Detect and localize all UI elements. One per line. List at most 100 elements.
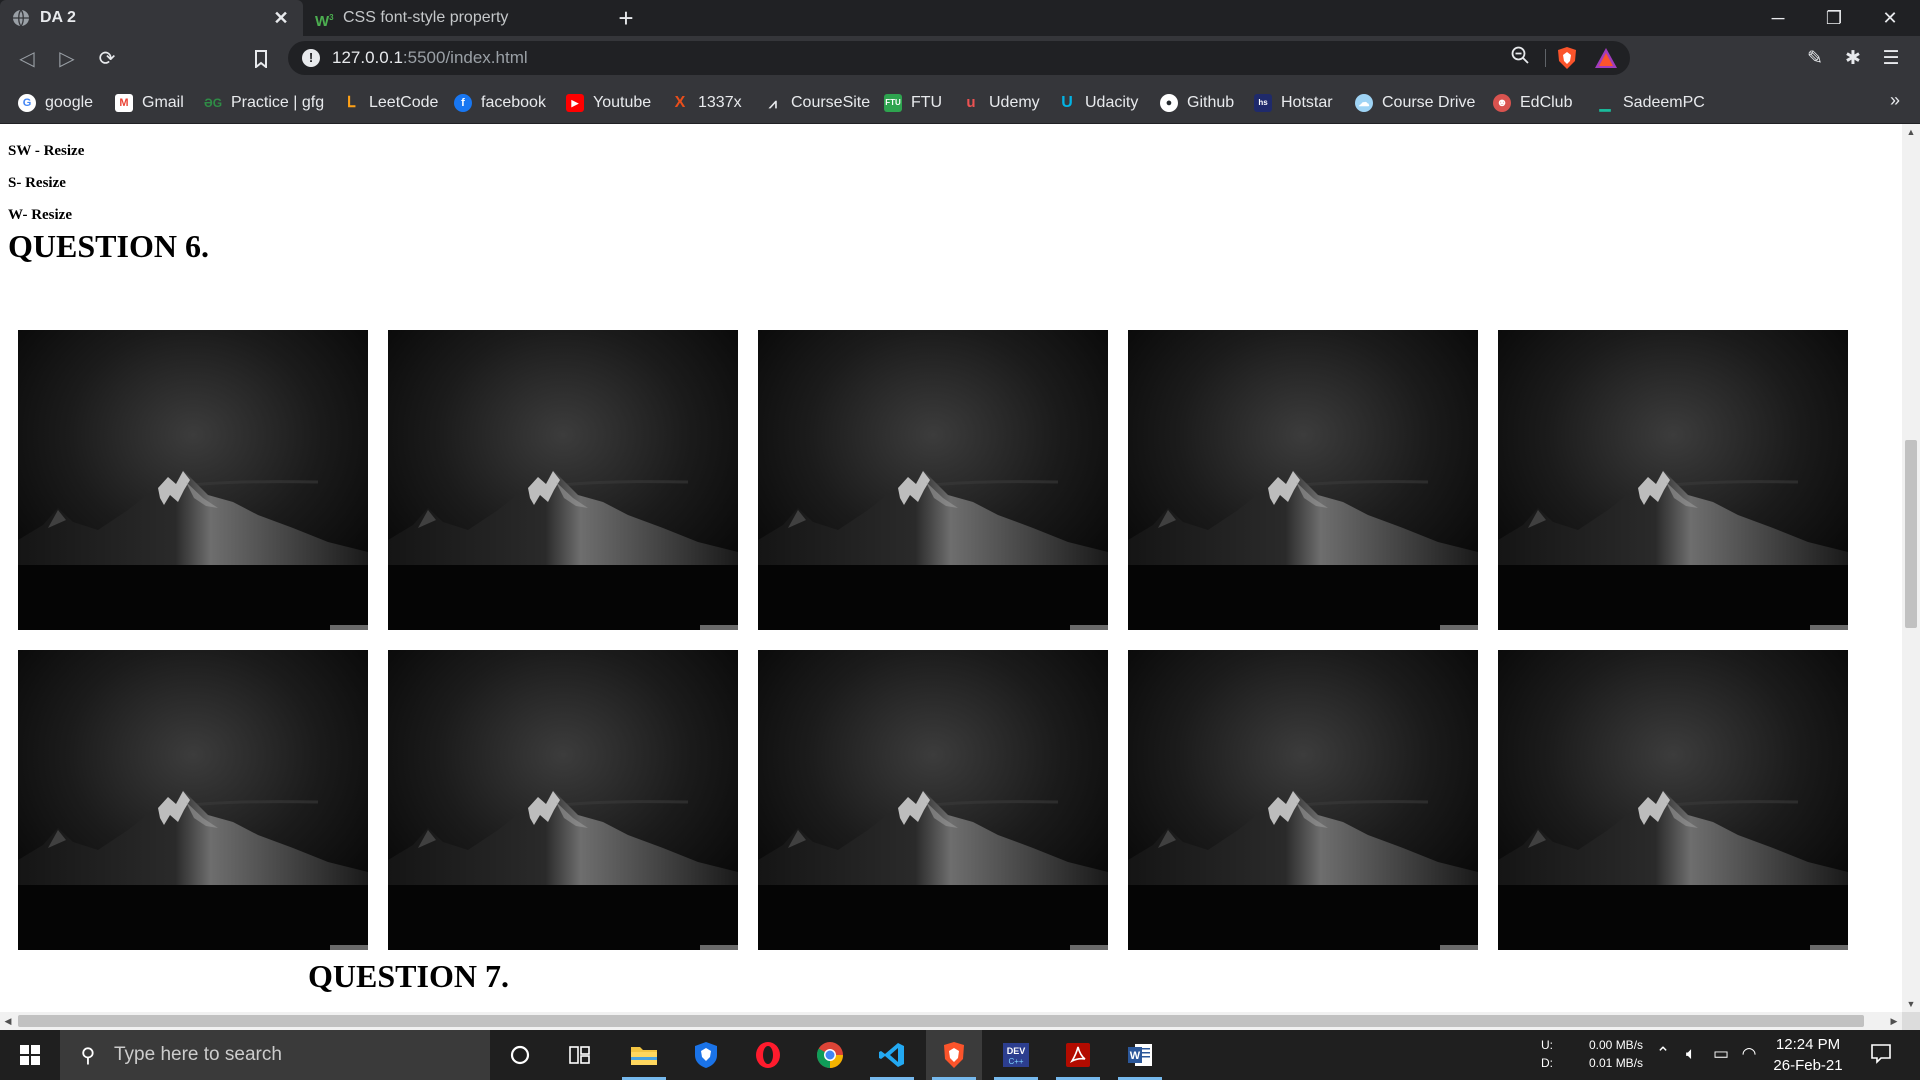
url-text[interactable]: 127.0.0.1:5500/index.html [332,48,528,68]
more-bookmarks-icon[interactable]: » [1890,90,1900,111]
bookmark-gmail[interactable]: M Gmail [115,92,184,114]
leetcode-icon: ᒪ [346,94,356,111]
question-7-heading: QUESTION 7. [308,958,509,994]
w3schools-icon: W3 [315,13,334,30]
brave-shield-app-icon[interactable] [678,1030,734,1080]
gallery-image [1498,330,1848,630]
gfg-icon: ƏG [204,96,223,110]
devcpp-icon[interactable]: DEV C++ [988,1030,1044,1080]
net-up-label: U: [1541,1038,1553,1052]
word-icon[interactable]: W [1112,1030,1168,1080]
pen-extension-icon[interactable]: ✎ [1798,42,1832,76]
scroll-left-arrow[interactable]: ◀ [0,1012,16,1030]
bookmark-icon[interactable] [244,42,278,76]
close-icon[interactable]: ✕ [271,8,291,29]
bookmark-google[interactable]: Ggoogle [18,92,93,114]
clock-time: 12:24 PM [1775,1036,1841,1053]
zoom-icon[interactable] [1508,46,1532,70]
acrobat-icon[interactable] [1050,1030,1106,1080]
scroll-thumb[interactable] [1905,440,1917,628]
tab-css-font-style[interactable]: W3 CSS font-style property [303,0,603,36]
bookmark-practice-gfg[interactable]: ƏG Practice | gfg [204,92,324,114]
extensions-icon[interactable]: ✱ [1836,42,1870,76]
github-icon: ● [1160,94,1178,112]
system-clock[interactable]: 12:24 PM 26-Feb-21 [1760,1034,1856,1076]
bookmark-udemy[interactable]: u Udemy [962,92,1039,114]
separator [1545,49,1546,67]
bookmark-course-drive[interactable]: ☁ Course Drive [1355,92,1475,114]
gallery-image [1498,650,1848,950]
vertical-scrollbar[interactable]: ▲ ▼ [1902,124,1920,1012]
coursesite-icon: ⩘ [769,95,777,111]
gallery-image [1128,330,1478,630]
chrome-icon[interactable] [802,1030,858,1080]
close-window-button[interactable]: ✕ [1862,0,1918,36]
google-icon: G [18,94,36,112]
bookmark-youtube[interactable]: ▶ Youtube [566,92,651,114]
page-viewport: SW - Resize S- Resize W- Resize QUESTION… [0,124,1902,1012]
vscode-icon[interactable] [864,1030,920,1080]
horizontal-scrollbar[interactable]: ◀ ▶ [0,1012,1902,1030]
svg-text:DEV: DEV [1007,1046,1026,1056]
search-placeholder: Type here to search [114,1044,282,1065]
taskbar-search[interactable]: ⚲ Type here to search [60,1030,490,1080]
facebook-icon: f [454,94,472,112]
bookmark-hotstar[interactable]: hs Hotstar [1254,92,1333,114]
bookmark-1337x[interactable]: X 1337x [671,92,742,114]
bookmark-edclub[interactable]: ☻ EdClub [1493,92,1572,114]
bookmark-github[interactable]: ● Github [1160,92,1234,114]
task-view-icon[interactable] [552,1030,608,1080]
windows-icon [20,1045,40,1065]
bookmark-leetcode[interactable]: ᒪ LeetCode [342,92,439,114]
gallery-image [388,650,738,950]
scroll-up-arrow[interactable]: ▲ [1902,124,1920,140]
back-button[interactable]: ◁ [10,42,44,76]
wifi-icon[interactable]: ◠ [1738,1044,1760,1064]
brave-rewards-icon[interactable] [1594,47,1618,69]
gallery-image [18,650,368,950]
tab-title: DA 2 [40,9,76,26]
new-tab-button[interactable]: + [610,2,642,34]
bookmark-udacity[interactable]: U Udacity [1058,92,1138,114]
battery-icon[interactable]: ▭ [1710,1044,1732,1064]
coursedrive-icon: ☁ [1355,94,1373,112]
windows-taskbar: ⚲ Type here to search DEV C++ W U: D: 0.… [0,1030,1920,1080]
minimize-button[interactable]: ─ [1750,0,1806,36]
address-bar[interactable]: ! 127.0.0.1:5500/index.html [288,41,1630,75]
bookmark-ftu[interactable]: FTU FTU [884,92,942,114]
chevron-up-icon[interactable]: ⌃ [1652,1044,1674,1064]
sadeempc-icon: ▁ [1599,95,1611,111]
gallery-image [18,330,368,630]
search-icon: ⚲ [80,1045,96,1067]
tab-da2[interactable]: DA 2 ✕ [0,0,303,36]
brave-shields-icon[interactable] [1556,46,1578,70]
net-down-speed: 0.01 MB/s [1589,1056,1644,1070]
menu-icon[interactable]: ☰ [1874,42,1908,76]
tab-title: CSS font-style property [343,9,509,26]
resize-label-s: S- Resize [8,175,66,191]
bookmark-facebook[interactable]: f facebook [454,92,546,114]
forward-button[interactable]: ▷ [50,42,84,76]
scroll-right-arrow[interactable]: ▶ [1886,1012,1902,1030]
info-icon[interactable]: ! [302,49,320,67]
bookmarks-bar: Ggoogle M Gmail ƏG Practice | gfg ᒪ LeetCod… [0,82,1920,124]
scrollbar-corner [1902,1012,1920,1030]
restore-button[interactable]: ❐ [1806,0,1862,36]
file-explorer-icon[interactable] [616,1030,672,1080]
browser-toolbar: ◁ ▷ ⟳ ! 127.0.0.1:5500/index.html ✎ ✱ ☰ [0,36,1920,82]
opera-icon[interactable] [740,1030,796,1080]
cortana-icon[interactable] [492,1030,548,1080]
brave-browser-icon[interactable] [926,1030,982,1080]
question-6-heading: QUESTION 6. [8,228,209,264]
udemy-icon: u [966,94,976,111]
1337x-icon: X [674,94,686,111]
start-button[interactable] [0,1030,60,1080]
hotstar-icon: hs [1254,94,1272,112]
scroll-thumb[interactable] [18,1015,1864,1027]
reload-button[interactable]: ⟳ [90,42,124,76]
notification-center-icon[interactable] [1868,1042,1894,1068]
bookmark-coursesite[interactable]: ⩘ CourseSite [764,92,870,114]
volume-icon[interactable]: 🔈︎ [1680,1044,1702,1064]
bookmark-sadeempc[interactable]: ▁ SadeemPC [1596,92,1705,114]
scroll-down-arrow[interactable]: ▼ [1902,996,1920,1012]
